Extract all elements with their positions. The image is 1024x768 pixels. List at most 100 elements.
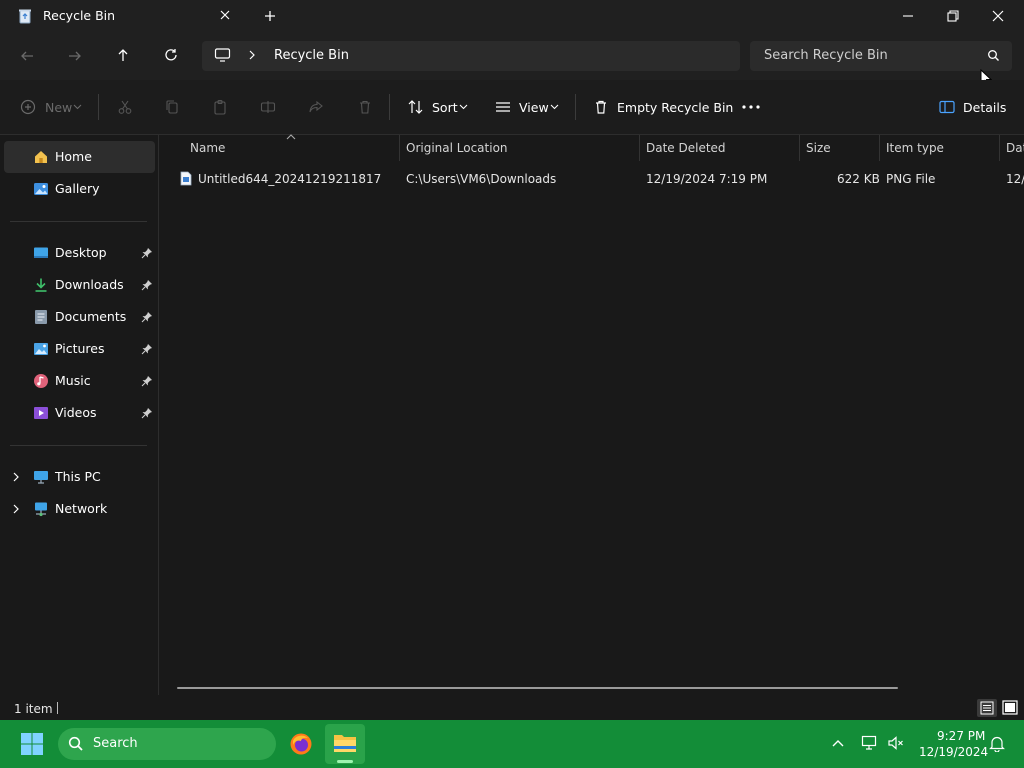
forward-icon[interactable] bbox=[67, 48, 83, 64]
minimize-icon[interactable] bbox=[900, 8, 916, 24]
rename-icon[interactable] bbox=[260, 99, 276, 115]
sidebar-item-pictures[interactable]: Pictures bbox=[55, 341, 105, 356]
start-windows-icon[interactable] bbox=[20, 732, 44, 756]
pin-icon[interactable] bbox=[141, 343, 153, 355]
firefox-icon[interactable] bbox=[289, 732, 313, 756]
pin-icon[interactable] bbox=[141, 247, 153, 259]
desktop-icon bbox=[33, 245, 49, 261]
sidebar-item-gallery[interactable]: Gallery bbox=[55, 181, 100, 196]
sidebar-item-label: Home bbox=[55, 149, 92, 164]
horizontal-scrollbar[interactable] bbox=[177, 687, 898, 689]
chevron-down-icon bbox=[73, 104, 82, 110]
tiles-view-toggle[interactable] bbox=[1000, 699, 1020, 717]
tab-title: Recycle Bin bbox=[43, 8, 116, 23]
view-button[interactable]: View bbox=[519, 100, 549, 115]
delete-icon[interactable] bbox=[357, 99, 373, 115]
tab-recycle-bin[interactable] bbox=[6, 0, 246, 32]
column-divider[interactable] bbox=[999, 135, 1000, 161]
toolbar-divider bbox=[575, 94, 576, 120]
details-button[interactable]: Details bbox=[963, 100, 1006, 115]
column-divider[interactable] bbox=[799, 135, 800, 161]
sidebar-item-videos[interactable]: Videos bbox=[55, 405, 97, 420]
refresh-icon[interactable] bbox=[163, 47, 179, 63]
chevron-down-icon bbox=[459, 104, 468, 110]
sidebar-item-music[interactable]: Music bbox=[55, 373, 91, 388]
home-icon bbox=[33, 149, 49, 165]
details-pane-icon[interactable] bbox=[939, 100, 955, 114]
new-button[interactable]: New bbox=[45, 100, 72, 115]
share-icon[interactable] bbox=[308, 99, 324, 115]
clock-date[interactable]: 12/19/2024 bbox=[919, 745, 988, 759]
copy-icon[interactable] bbox=[164, 99, 180, 115]
taskbar-search-label[interactable]: Search bbox=[93, 736, 138, 751]
file-date-deleted: 12/19/2024 7:19 PM bbox=[646, 172, 768, 186]
videos-icon bbox=[33, 405, 49, 421]
address-location[interactable]: Recycle Bin bbox=[274, 48, 349, 63]
view-icon[interactable] bbox=[495, 100, 511, 114]
sidebar-item-documents[interactable]: Documents bbox=[55, 309, 126, 324]
sidebar-item-downloads[interactable]: Downloads bbox=[55, 277, 124, 292]
new-icon[interactable] bbox=[20, 99, 36, 115]
column-header-item-type[interactable]: Item type bbox=[886, 141, 944, 155]
chevron-right-icon[interactable] bbox=[11, 503, 21, 515]
search-icon bbox=[68, 736, 84, 752]
column-header-size[interactable]: Size bbox=[806, 141, 831, 155]
details-view-icon bbox=[980, 701, 994, 715]
empty-recycle-bin-button[interactable]: Empty Recycle Bin bbox=[617, 100, 733, 115]
pin-icon[interactable] bbox=[141, 279, 153, 291]
network-icon bbox=[33, 501, 49, 517]
search-icon[interactable] bbox=[987, 49, 1000, 62]
column-divider[interactable] bbox=[399, 135, 400, 161]
sidebar-item-this-pc[interactable]: This PC bbox=[55, 469, 101, 484]
cut-icon[interactable] bbox=[117, 99, 133, 115]
paste-icon[interactable] bbox=[212, 99, 228, 115]
chevron-up-icon[interactable] bbox=[831, 738, 845, 748]
toolbar-divider bbox=[389, 94, 390, 120]
item-count: 1 item bbox=[14, 702, 53, 716]
taskbar-search-box[interactable] bbox=[58, 728, 276, 760]
column-header-original-location[interactable]: Original Location bbox=[406, 141, 508, 155]
column-divider[interactable] bbox=[879, 135, 880, 161]
pin-icon[interactable] bbox=[141, 407, 153, 419]
recycle-bin-icon bbox=[18, 8, 32, 24]
file-size: 622 KB bbox=[837, 172, 880, 186]
pin-icon[interactable] bbox=[141, 375, 153, 387]
file-original-location: C:\Users\VM6\Downloads bbox=[406, 172, 557, 186]
notification-bell-icon[interactable] bbox=[989, 735, 1005, 752]
clock-time[interactable]: 9:27 PM bbox=[937, 729, 985, 743]
new-tab-icon[interactable] bbox=[262, 8, 278, 24]
chevron-right-icon[interactable] bbox=[11, 471, 21, 483]
tiles-view-icon bbox=[1002, 700, 1018, 715]
volume-muted-icon[interactable] bbox=[887, 735, 905, 751]
column-header-date-modified[interactable]: Dat bbox=[1006, 141, 1024, 155]
file-date-modified: 12/ bbox=[1006, 172, 1024, 186]
active-app-indicator bbox=[337, 760, 353, 763]
up-icon[interactable] bbox=[115, 47, 131, 63]
pictures-icon bbox=[33, 341, 49, 357]
file-name[interactable]: Untitled644_20241219211817 bbox=[198, 172, 381, 186]
more-options-icon[interactable] bbox=[742, 105, 760, 109]
png-file-icon bbox=[180, 171, 192, 186]
sidebar-item-desktop[interactable]: Desktop bbox=[55, 245, 107, 260]
column-header-date-deleted[interactable]: Date Deleted bbox=[646, 141, 726, 155]
command-bar bbox=[0, 80, 1024, 135]
details-view-toggle[interactable] bbox=[977, 699, 997, 717]
search-input[interactable]: Search Recycle Bin bbox=[764, 48, 888, 63]
this-pc-icon bbox=[33, 469, 49, 485]
column-header-name[interactable]: Name bbox=[190, 141, 225, 155]
sidebar-divider bbox=[10, 445, 147, 446]
network-status-icon[interactable] bbox=[861, 735, 879, 751]
column-divider[interactable] bbox=[639, 135, 640, 161]
back-icon[interactable] bbox=[19, 48, 35, 64]
sort-button[interactable]: Sort bbox=[432, 100, 458, 115]
file-item-type: PNG File bbox=[886, 172, 936, 186]
sort-icon[interactable] bbox=[407, 99, 424, 115]
pin-icon[interactable] bbox=[141, 311, 153, 323]
close-tab-icon[interactable] bbox=[218, 8, 232, 22]
restore-icon[interactable] bbox=[945, 8, 961, 24]
empty-recycle-bin-icon[interactable] bbox=[593, 99, 609, 115]
chevron-right-icon[interactable] bbox=[246, 49, 258, 61]
sidebar-item-network[interactable]: Network bbox=[55, 501, 107, 516]
documents-icon bbox=[34, 309, 48, 325]
close-window-icon[interactable] bbox=[990, 8, 1006, 24]
